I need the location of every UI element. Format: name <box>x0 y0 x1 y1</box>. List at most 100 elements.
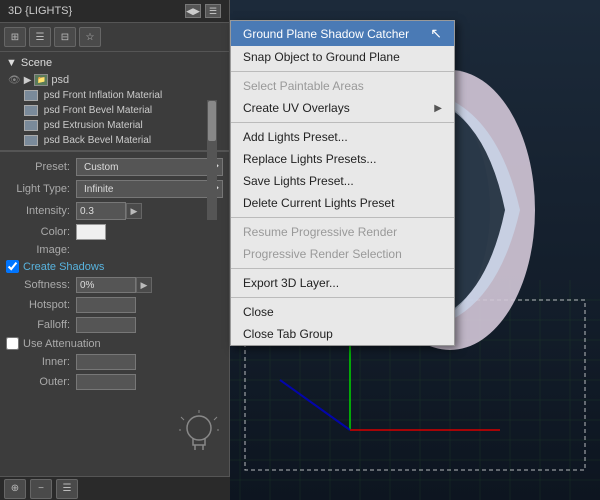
tree-item-label-1: psd Front Bevel Material <box>41 105 152 116</box>
menu-item-label-create-uv: Create UV Overlays <box>243 101 350 115</box>
inner-input[interactable] <box>76 354 136 370</box>
outer-input[interactable] <box>76 374 136 390</box>
menu-item-label-close: Close <box>243 305 274 319</box>
panel-resize-btn[interactable]: ◀▶ <box>185 4 201 18</box>
properties-section: Preset: Custom Light Type: Infinite Inte… <box>0 151 229 500</box>
menu-item-resume-render: Resume Progressive Render <box>231 221 454 243</box>
panel-toolbar: ⊞ ☰ ⊟ ☆ <box>0 23 229 52</box>
menu-item-close-tab-group[interactable]: Close Tab Group <box>231 323 454 345</box>
menu-separator-5 <box>231 297 454 298</box>
tree-item-0[interactable]: psd Front Inflation Material <box>4 88 225 103</box>
softness-slider-btn[interactable]: ▶ <box>136 277 152 293</box>
preset-label: Preset: <box>6 161 76 173</box>
hotspot-row: Hotspot: <box>6 297 223 313</box>
light-type-select[interactable]: Infinite <box>76 180 223 198</box>
intensity-row: Intensity: ▶ <box>6 202 223 220</box>
falloff-input[interactable] <box>76 317 136 333</box>
create-shadows-checkbox[interactable] <box>6 260 19 273</box>
use-attenuation-label[interactable]: Use Attenuation <box>6 337 223 350</box>
submenu-arrow-create-uv: ▶ <box>434 103 442 114</box>
tree-item-label-0: psd Front Inflation Material <box>41 90 162 101</box>
intensity-label: Intensity: <box>6 205 76 217</box>
use-attenuation-row: Use Attenuation <box>6 337 223 350</box>
intensity-input[interactable] <box>76 202 126 220</box>
menu-item-label-select-paintable: Select Paintable Areas <box>243 79 364 93</box>
menu-separator-3 <box>231 217 454 218</box>
bottom-menu-btn[interactable]: ☰ <box>56 479 78 499</box>
panel-titlebar: 3D {LIGHTS} ◀▶ ☰ <box>0 0 229 23</box>
inner-row: Inner: <box>6 354 223 370</box>
menu-item-label-replace-lights: Replace Lights Presets... <box>243 152 376 166</box>
falloff-row: Falloff: <box>6 317 223 333</box>
panel-menu-btn[interactable]: ☰ <box>205 4 221 18</box>
tree-item-1[interactable]: psd Front Bevel Material <box>4 103 225 118</box>
bottom-remove-btn[interactable]: − <box>30 479 52 499</box>
menu-separator-1 <box>231 71 454 72</box>
menu-item-progressive-render: Progressive Render Selection <box>231 243 454 265</box>
cursor-indicator: ↖ <box>430 25 442 42</box>
scene-collapse-arrow[interactable]: ▼ <box>6 57 17 69</box>
tree-item-2[interactable]: psd Extrusion Material <box>4 118 225 133</box>
menu-item-replace-lights[interactable]: Replace Lights Presets... <box>231 148 454 170</box>
tree-expand-arrow[interactable]: ▶ <box>24 75 32 86</box>
context-menu: Ground Plane Shadow Catcher ↖ Snap Objec… <box>230 20 455 346</box>
menu-separator-2 <box>231 122 454 123</box>
title-controls: ◀▶ ☰ <box>185 4 221 18</box>
menu-item-ground-plane-shadow[interactable]: Ground Plane Shadow Catcher ↖ <box>231 21 454 46</box>
hotspot-label: Hotspot: <box>6 299 76 311</box>
layer-icon-0 <box>24 90 38 101</box>
tree-item-label-3: psd Back Bevel Material <box>41 135 151 146</box>
menu-item-label-save-lights: Save Lights Preset... <box>243 174 354 188</box>
scene-scrollbar[interactable] <box>207 100 217 220</box>
menu-item-delete-lights[interactable]: Delete Current Lights Preset <box>231 192 454 214</box>
image-label: Image: <box>6 244 76 256</box>
menu-item-create-uv[interactable]: Create UV Overlays ▶ <box>231 97 454 119</box>
menu-item-label-resume-render: Resume Progressive Render <box>243 225 397 239</box>
color-label: Color: <box>6 226 76 238</box>
menu-item-label-progressive-render: Progressive Render Selection <box>243 247 402 261</box>
toolbar-small-btn[interactable]: ⊟ <box>54 27 76 47</box>
menu-item-save-lights[interactable]: Save Lights Preset... <box>231 170 454 192</box>
falloff-label: Falloff: <box>6 319 76 331</box>
tree-item-label-2: psd Extrusion Material <box>41 120 143 131</box>
scene-label: Scene <box>21 57 52 69</box>
left-panel: 3D {LIGHTS} ◀▶ ☰ ⊞ ☰ ⊟ ☆ ▼ Scene 👁 ▶ <box>0 0 230 500</box>
menu-item-snap-object[interactable]: Snap Object to Ground Plane <box>231 46 454 68</box>
light-type-label: Light Type: <box>6 183 76 195</box>
eye-toggle[interactable]: 👁 <box>8 75 21 86</box>
create-shadows-label[interactable]: Create Shadows <box>6 260 223 273</box>
menu-item-add-lights[interactable]: Add Lights Preset... <box>231 126 454 148</box>
hotspot-input[interactable] <box>76 297 136 313</box>
panel-title: 3D {LIGHTS} <box>8 5 72 17</box>
toolbar-list-btn[interactable]: ☰ <box>29 27 51 47</box>
menu-item-label-ground-plane-shadow: Ground Plane Shadow Catcher <box>243 27 409 41</box>
menu-item-label-snap-object: Snap Object to Ground Plane <box>243 50 400 64</box>
bottom-toolbar: ⊕ − ☰ <box>0 476 230 500</box>
use-attenuation-checkbox[interactable] <box>6 337 19 350</box>
folder-icon: 📁 <box>34 74 48 86</box>
menu-separator-4 <box>231 268 454 269</box>
menu-item-export-3d[interactable]: Export 3D Layer... <box>231 272 454 294</box>
menu-item-close[interactable]: Close <box>231 301 454 323</box>
menu-item-select-paintable: Select Paintable Areas <box>231 75 454 97</box>
light-icon-area <box>179 410 219 470</box>
scene-tree: 👁 ▶ 📁 psd psd Front Inflation Material p… <box>4 72 225 148</box>
softness-input[interactable] <box>76 277 136 293</box>
scene-header: ▼ Scene <box>4 54 225 72</box>
softness-row: Softness: ▶ <box>6 277 223 293</box>
tree-item-3[interactable]: psd Back Bevel Material <box>4 133 225 148</box>
scene-section: ▼ Scene 👁 ▶ 📁 psd psd Front Inflation Ma… <box>0 52 229 151</box>
menu-item-label-delete-lights: Delete Current Lights Preset <box>243 196 394 210</box>
intensity-slider-btn[interactable]: ▶ <box>126 203 142 219</box>
preset-select[interactable]: Custom <box>76 158 223 176</box>
tree-root-item[interactable]: 👁 ▶ 📁 psd <box>4 72 225 88</box>
toolbar-grid-btn[interactable]: ⊞ <box>4 27 26 47</box>
toolbar-light-btn[interactable]: ☆ <box>79 27 101 47</box>
menu-item-label-export-3d: Export 3D Layer... <box>243 276 339 290</box>
color-row: Color: <box>6 224 223 240</box>
bottom-add-btn[interactable]: ⊕ <box>4 479 26 499</box>
color-swatch[interactable] <box>76 224 106 240</box>
menu-item-label-add-lights: Add Lights Preset... <box>243 130 348 144</box>
preset-row: Preset: Custom <box>6 158 223 176</box>
outer-row: Outer: <box>6 374 223 390</box>
